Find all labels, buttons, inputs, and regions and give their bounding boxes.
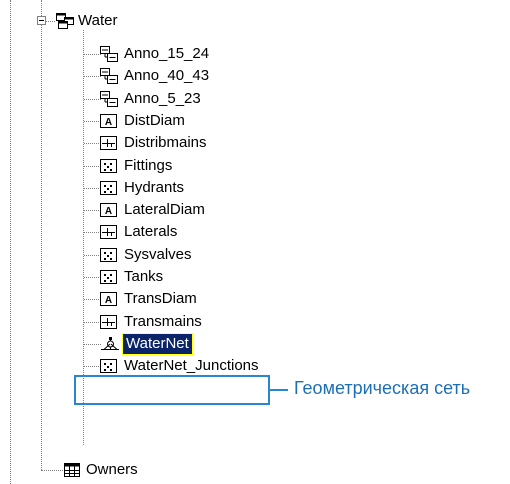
tree-node-label: Laterals <box>124 223 178 240</box>
tree-node-distribmains[interactable]: Distribmains <box>100 132 210 154</box>
tree-node-label: Anno_5_23 <box>124 90 201 107</box>
tree-node-label: DistDiam <box>124 112 185 129</box>
line-feature-class-icon <box>100 224 118 240</box>
tree-node-hydrants[interactable]: Hydrants <box>100 177 187 199</box>
geometric-network-icon <box>100 336 120 352</box>
tree-line-child <box>84 232 101 233</box>
tree-node-label: Anno_40_43 <box>124 67 210 84</box>
annotation-class-icon <box>100 46 118 62</box>
tree-node-waternet-junctions[interactable]: WaterNet_Junctions <box>100 355 262 377</box>
tree-line-child <box>84 210 101 211</box>
tree-node-anno-40-43[interactable]: Anno_40_43 <box>100 65 212 87</box>
annotation-class-icon <box>100 91 118 107</box>
line-feature-class-icon <box>100 135 118 151</box>
annotation-class-icon <box>100 68 118 84</box>
callout-highlight-box <box>74 375 270 405</box>
tree-node-transdiam[interactable]: A TransDiam <box>100 288 200 310</box>
tree-line-child <box>84 143 101 144</box>
dimension-class-icon: A <box>100 291 118 307</box>
callout-leader-line <box>270 389 288 391</box>
tree-node-label: Sysvalves <box>124 246 192 263</box>
svg-text:A: A <box>105 117 112 128</box>
catalog-tree-view: Water Anno_15_24 Anno_40_43 Anno_5_23 A Dist… <box>0 0 510 484</box>
tree-line-child <box>84 344 101 345</box>
tree-node-label: WaterNet_Junctions <box>124 357 259 374</box>
tree-node-anno-5-23[interactable]: Anno_5_23 <box>100 88 204 110</box>
tree-line-child <box>84 277 101 278</box>
tree-node-distdiam[interactable]: A DistDiam <box>100 110 188 132</box>
tree-node-fittings[interactable]: Fittings <box>100 155 175 177</box>
tree-line-child <box>84 255 101 256</box>
tree-line-level-1 <box>41 0 42 470</box>
tree-line-child <box>84 188 101 189</box>
tree-node-label: Owners <box>86 461 138 478</box>
svg-text:A: A <box>105 206 112 217</box>
dimension-class-icon: A <box>100 202 118 218</box>
tree-node-sysvalves[interactable]: Sysvalves <box>100 244 195 266</box>
tree-node-label: WaterNet <box>122 333 193 355</box>
tree-node-label: Distribmains <box>124 134 207 151</box>
line-feature-class-icon <box>100 314 118 330</box>
tree-line-child <box>84 166 101 167</box>
tree-line-child <box>84 99 101 100</box>
tree-node-label: Transmains <box>124 313 202 330</box>
tree-line-owners <box>41 470 63 471</box>
tree-node-label: Fittings <box>124 157 173 174</box>
tree-node-laterals[interactable]: Laterals <box>100 221 180 243</box>
point-feature-class-icon <box>100 180 118 196</box>
tree-line-child <box>84 76 101 77</box>
feature-dataset-icon <box>56 13 74 29</box>
tree-node-waternet[interactable]: WaterNet <box>100 333 193 355</box>
tree-node-label: Water <box>78 12 118 29</box>
tree-node-tanks[interactable]: Tanks <box>100 266 166 288</box>
tree-line-child <box>84 366 101 367</box>
tree-node-label: Anno_15_24 <box>124 45 210 62</box>
tree-line-child <box>84 54 101 55</box>
callout-label: Геометрическая сеть <box>294 378 471 398</box>
table-icon <box>64 462 80 478</box>
tree-node-label: LateralDiam <box>124 201 205 218</box>
point-feature-class-icon <box>100 358 118 374</box>
tree-node-water[interactable]: Water <box>56 10 120 32</box>
tree-node-transmains[interactable]: Transmains <box>100 311 205 333</box>
tree-node-label: Tanks <box>124 268 164 285</box>
dimension-class-icon: A <box>100 113 118 129</box>
tree-node-anno-15-24[interactable]: Anno_15_24 <box>100 43 212 65</box>
tree-node-lateraldiam[interactable]: A LateralDiam <box>100 199 208 221</box>
tree-line-ancestor <box>10 0 11 484</box>
point-feature-class-icon <box>100 269 118 285</box>
point-feature-class-icon <box>100 158 118 174</box>
tree-node-label: TransDiam <box>124 290 197 307</box>
collapse-toggle-water[interactable] <box>37 16 46 25</box>
tree-node-label: Hydrants <box>124 179 185 196</box>
tree-node-owners[interactable]: Owners <box>64 459 141 481</box>
svg-text:A: A <box>105 295 112 306</box>
tree-line-child <box>84 322 101 323</box>
point-feature-class-icon <box>100 247 118 263</box>
tree-line-child <box>84 121 101 122</box>
tree-line-child <box>84 299 101 300</box>
